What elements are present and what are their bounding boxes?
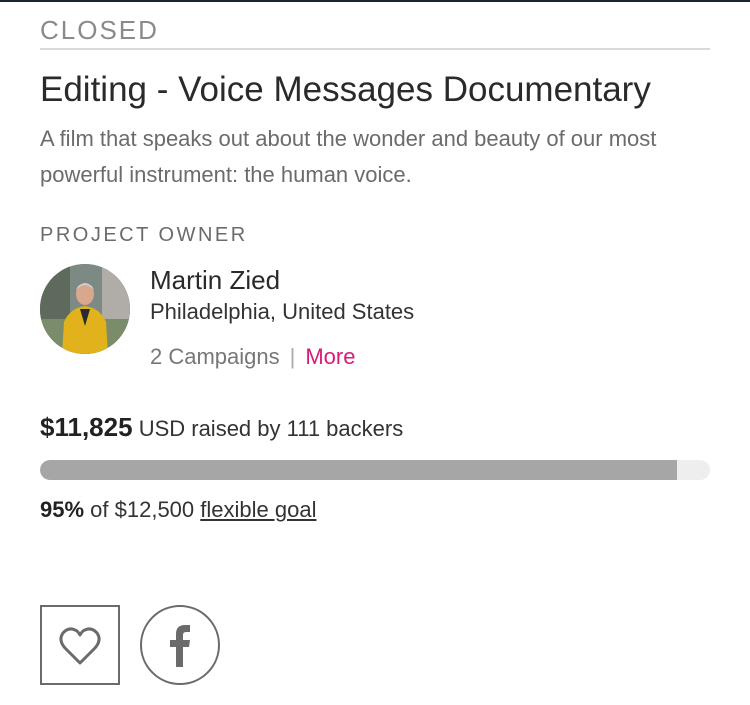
campaign-description: A film that speaks out about the wonder … (40, 126, 657, 187)
action-buttons (40, 605, 240, 685)
campaign-status: CLOSED (40, 14, 710, 50)
facebook-icon (170, 625, 190, 667)
meta-separator: | (289, 344, 296, 369)
funding-progress-bar (40, 460, 710, 480)
heart-icon (59, 627, 101, 665)
funding-progress-fill (40, 460, 677, 480)
owner-meta: 2 Campaigns | More (150, 343, 355, 371)
follow-button[interactable] (40, 605, 120, 685)
owner-more-link[interactable]: More (305, 344, 355, 369)
campaign-title[interactable]: Editing - Voice Messages Documentary (40, 69, 710, 111)
top-edge-line (0, 0, 750, 2)
funding-goal: 95% of $12,500 flexible goal (40, 496, 710, 524)
owner-avatar[interactable] (40, 264, 130, 354)
flexible-goal-link[interactable]: flexible goal (200, 497, 316, 522)
funded-percent: 95% (40, 497, 85, 522)
owner-campaign-count: 2 Campaigns (150, 344, 280, 369)
project-owner-label: PROJECT OWNER (40, 224, 248, 246)
funds-raised: $11,825 USD raised by 111 backers (40, 412, 710, 444)
avatar-photo (40, 264, 130, 354)
owner-name[interactable]: Martin Zied (150, 264, 280, 296)
goal-amount: of $12,500 (90, 497, 195, 522)
raised-amount: $11,825 (40, 412, 133, 442)
campaign-card: CLOSED Editing - Voice Messages Document… (40, 14, 710, 524)
owner-location: Philadelphia, United States (150, 299, 415, 324)
project-owner: Martin Zied Philadelphia, United States … (40, 264, 710, 376)
facebook-share-button[interactable] (140, 605, 220, 685)
raised-text: USD raised by 111 backers (138, 416, 404, 441)
